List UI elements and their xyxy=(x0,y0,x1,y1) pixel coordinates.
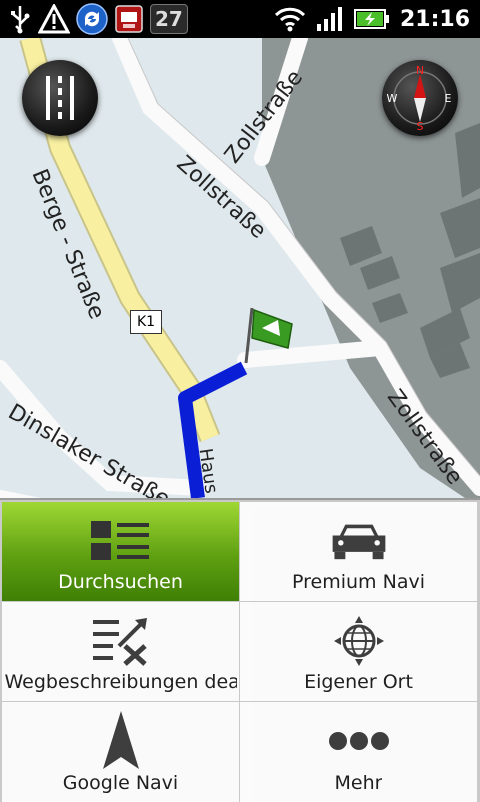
compass-letter-n: N xyxy=(416,64,424,77)
menu-item-durchsuchen[interactable]: Durchsuchen xyxy=(2,502,239,601)
menu-item-wegbeschreibungen[interactable]: Wegbeschreibungen deal xyxy=(2,602,239,701)
navigation-arrow-icon xyxy=(91,711,151,769)
app-notification-icon xyxy=(114,4,144,34)
compass-button[interactable]: N S E W xyxy=(382,60,458,136)
menu-label-mehr: Mehr xyxy=(334,772,383,794)
menu-label-premium-navi: Premium Navi xyxy=(292,571,425,593)
battery-charging-icon xyxy=(353,8,390,30)
options-menu: Durchsuchen Premium Navi Wegbeschreibung… xyxy=(0,498,480,802)
compass-letter-s: S xyxy=(417,120,424,133)
status-clock: 21:16 xyxy=(399,6,470,32)
compass-letter-w: W xyxy=(387,92,398,105)
wifi-icon xyxy=(274,6,306,32)
list-view-icon xyxy=(90,516,151,566)
menu-item-google-navi[interactable]: Google Navi xyxy=(2,702,239,802)
car-icon xyxy=(329,516,389,566)
menu-label-google-navi: Google Navi xyxy=(62,772,179,794)
warning-icon xyxy=(38,4,70,34)
notification-count-badge: 27 xyxy=(150,4,188,34)
clear-route-icon xyxy=(91,616,151,666)
more-dots-icon xyxy=(328,716,389,766)
menu-label-durchsuchen: Durchsuchen xyxy=(58,571,183,593)
signal-icon xyxy=(316,6,344,32)
status-bar: 27 21:16 xyxy=(0,0,480,38)
sync-icon xyxy=(76,3,108,35)
options-menu-grid: Durchsuchen Premium Navi Wegbeschreibung… xyxy=(2,502,478,802)
menu-item-eigener-ort[interactable]: Eigener Ort xyxy=(240,602,477,701)
menu-item-premium-navi[interactable]: Premium Navi xyxy=(240,502,477,601)
compass-icon: N S E W xyxy=(387,64,452,133)
lane-view-button[interactable] xyxy=(22,60,98,136)
road-shield-k1: K1 xyxy=(130,310,162,334)
usb-icon xyxy=(8,4,32,34)
menu-label-wegbeschreibungen: Wegbeschreibungen deal xyxy=(4,671,237,693)
menu-label-eigener-ort: Eigener Ort xyxy=(304,671,413,693)
my-location-globe-icon xyxy=(329,616,389,666)
lane-view-icon xyxy=(46,76,74,120)
menu-item-mehr[interactable]: Mehr xyxy=(240,702,477,802)
compass-letter-e: E xyxy=(445,92,452,105)
